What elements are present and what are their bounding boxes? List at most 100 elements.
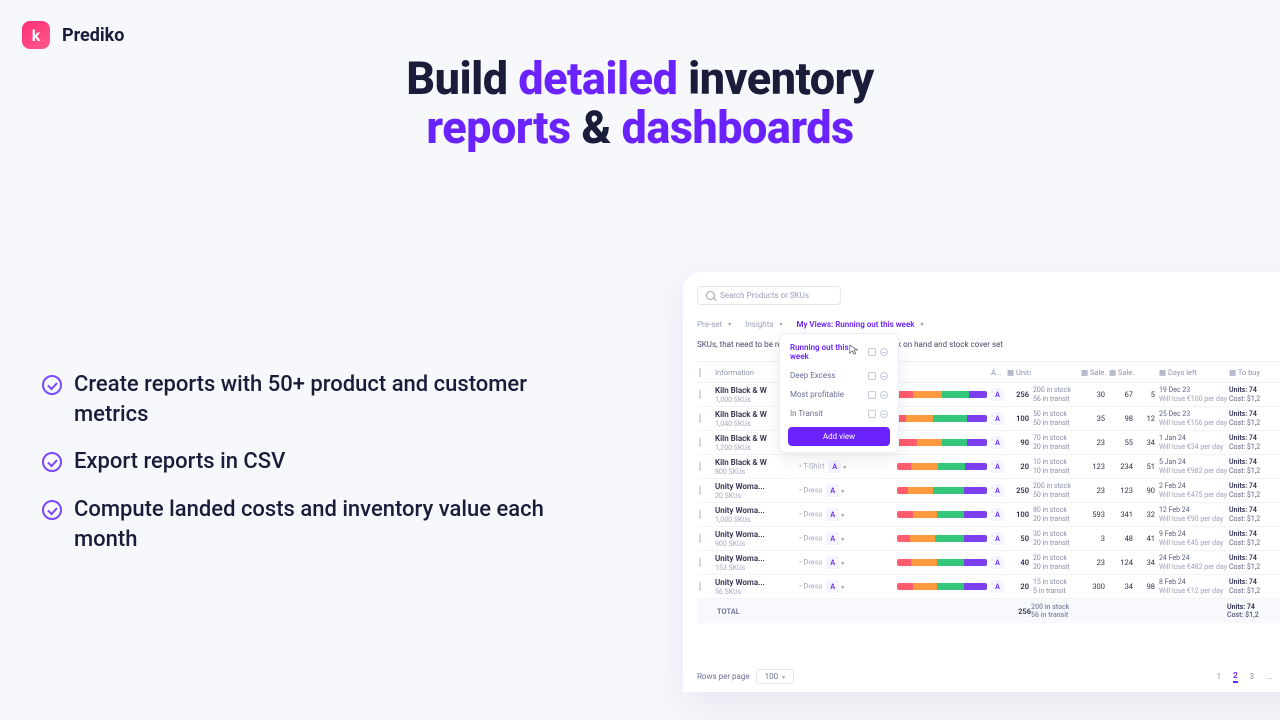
table-total-row: TOTAL 256 200 in stock56 in transit Unit… — [697, 599, 1280, 623]
dropdown-item-deep-excess[interactable]: Deep Excess — [780, 366, 898, 385]
table-row[interactable]: Unity Woma...1,000 SKUs• Dress A▾A10080 … — [697, 503, 1280, 527]
row-date: 25 Dec 23Will lose €156 per day — [1157, 410, 1227, 427]
feature-text: Compute landed costs and inventory value… — [74, 495, 602, 554]
stock-bar — [897, 463, 987, 470]
edit-icon[interactable] — [868, 372, 876, 380]
table-row[interactable]: Kiln Black & W800 SKUs• T-Shirt A▾A2010 … — [697, 455, 1280, 479]
dropdown-item-in-transit[interactable]: In Transit — [780, 404, 898, 423]
row-checkbox[interactable] — [699, 510, 701, 519]
grade-badge: A — [828, 460, 841, 473]
check-icon — [42, 375, 62, 395]
remove-icon[interactable] — [880, 410, 888, 418]
tab-myviews[interactable]: My Views: Running out this week▾ — [796, 320, 923, 329]
row-date: 12 Feb 24Will lose €90 per day — [1157, 506, 1227, 523]
product-sku-count: 800 SKUs — [715, 468, 745, 476]
product-sku-count: 1,200 SKUs — [715, 444, 751, 452]
chevron-down-icon: ▾ — [728, 321, 731, 328]
remove-icon[interactable] — [880, 391, 888, 399]
tab-preset[interactable]: Pre-set▾ — [697, 320, 731, 329]
grade-badge: A — [826, 484, 839, 497]
product-tag: • Dress A▾ — [797, 532, 895, 545]
feature-item: Create reports with 50+ product and cust… — [42, 370, 602, 429]
grade-badge: A — [991, 460, 1004, 473]
hero-t1: Build — [406, 52, 518, 105]
row-stock: 10 in stock10 in transit — [1031, 458, 1079, 475]
page-3[interactable]: 3 — [1250, 672, 1255, 681]
table-row[interactable]: Unity Woma...56 SKUs• Dress A▾A2015 in s… — [697, 575, 1280, 599]
remove-icon[interactable] — [880, 372, 888, 380]
chevron-down-icon: ▾ — [841, 560, 844, 567]
page-2[interactable]: 2 — [1233, 671, 1238, 683]
row-stock: 50 in stock50 in transit — [1031, 410, 1079, 427]
row-checkbox[interactable] — [699, 582, 701, 591]
row-stock: 200 in stock56 in transit — [1031, 386, 1079, 403]
row-sale2: 67 — [1107, 390, 1135, 399]
dropdown-item-most-profitable[interactable]: Most profitable — [780, 385, 898, 404]
feature-text: Create reports with 50+ product and cust… — [74, 370, 602, 429]
row-checkbox[interactable] — [699, 438, 701, 447]
product-name: Unity Woma... — [715, 578, 765, 587]
stock-bar — [897, 583, 987, 590]
row-checkbox[interactable] — [699, 414, 701, 423]
table-row[interactable]: Unity Woma...900 SKUs• Dress A▾A5030 in … — [697, 527, 1280, 551]
hero-accent2: reports — [426, 101, 570, 154]
grade-badge: A — [826, 580, 839, 593]
grade-badge: A — [991, 412, 1004, 425]
grade-badge: A — [991, 508, 1004, 521]
col-units: ▦ Units — [1005, 368, 1031, 377]
row-date: 8 Feb 24Will lose €12 per day — [1157, 578, 1227, 595]
page-1[interactable]: 1 — [1217, 672, 1222, 681]
row-sale2: 55 — [1107, 438, 1135, 447]
edit-icon[interactable] — [868, 348, 876, 356]
row-days: 51 — [1135, 462, 1157, 471]
add-view-button[interactable]: Add view — [788, 427, 890, 446]
feature-item: Export reports in CSV — [42, 447, 602, 477]
row-date: 19 Dec 23Will lose €100 per day — [1157, 386, 1227, 403]
col-sale2: ▦ Sale... — [1107, 368, 1135, 377]
product-name: Kiln Black & W — [715, 410, 767, 419]
chevron-down-icon: ▾ — [841, 488, 844, 495]
edit-icon[interactable] — [868, 391, 876, 399]
product-sku-count: 900 SKUs — [715, 540, 745, 548]
row-date: 24 Feb 24Will lose €482 per day — [1157, 554, 1227, 571]
row-checkbox[interactable] — [699, 534, 701, 543]
row-units: 20 — [1005, 462, 1031, 471]
remove-icon[interactable] — [880, 348, 888, 356]
row-units: 90 — [1005, 438, 1031, 447]
row-stock: 30 in stock20 in transit — [1031, 530, 1079, 547]
row-checkbox[interactable] — [699, 486, 701, 495]
stock-bar — [897, 391, 987, 398]
row-to-buy: Units: 74Cost: $1,2 — [1227, 578, 1280, 595]
row-stock: 200 in stock50 in transit — [1031, 482, 1079, 499]
tab-insights[interactable]: Insights▾ — [745, 320, 782, 329]
logo-icon: k — [22, 21, 50, 49]
row-checkbox[interactable] — [699, 462, 701, 471]
col-tobuy: ▦ To buy — [1227, 368, 1280, 377]
table-row[interactable]: Unity Woma...153 SKUs• Dress A▾A4020 in … — [697, 551, 1280, 575]
product-sku-count: 56 SKUs — [715, 588, 741, 596]
row-checkbox[interactable] — [699, 390, 701, 399]
dropdown-item-running-out[interactable]: Running out this week — [780, 338, 898, 366]
checkbox-all[interactable] — [699, 368, 701, 377]
search-placeholder: Search Products or SKUs — [720, 291, 809, 300]
edit-icon[interactable] — [868, 410, 876, 418]
col-a: A... — [989, 368, 1005, 377]
row-sale1: 23 — [1079, 438, 1107, 447]
row-checkbox[interactable] — [699, 558, 701, 567]
row-date: 9 Feb 24Will lose €45 per day — [1157, 530, 1227, 547]
row-sale1: 23 — [1079, 558, 1107, 567]
feature-text: Export reports in CSV — [74, 447, 285, 477]
view-tabs: Pre-set▾ Insights▾ My Views: Running out… — [697, 320, 1280, 329]
table-row[interactable]: Unity Woma...20 SKUs• Dress A▾A250200 in… — [697, 479, 1280, 503]
feature-item: Compute landed costs and inventory value… — [42, 495, 602, 554]
dashboard-preview: Search Products or SKUs Pre-set▾ Insight… — [683, 272, 1280, 692]
search-input[interactable]: Search Products or SKUs — [697, 286, 841, 305]
rows-per-page-select[interactable]: 100 ▾ — [756, 669, 795, 684]
row-sale2: 123 — [1107, 486, 1135, 495]
product-tag: • Dress A▾ — [797, 484, 895, 497]
grade-badge: A — [991, 436, 1004, 449]
page-ellipsis: ... — [1266, 672, 1272, 681]
row-sale1: 30 — [1079, 390, 1107, 399]
total-stock: 200 in stock56 in transit — [1031, 603, 1079, 620]
stock-bar — [897, 439, 987, 446]
